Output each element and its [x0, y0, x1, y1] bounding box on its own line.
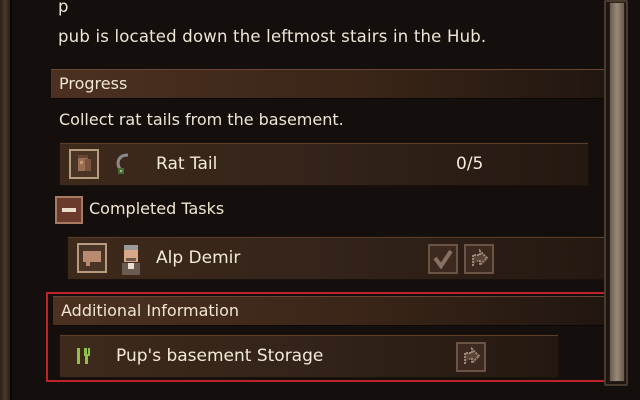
window-left-frame: [0, 0, 12, 400]
rat-tail-label: Rat Tail: [156, 154, 218, 174]
completed-tasks-collapse-toggle[interactable]: [55, 196, 83, 224]
fork-knife-icon: [76, 346, 92, 368]
additional-information-header: Additional Information: [53, 296, 617, 326]
quest-scrollbar[interactable]: [604, 0, 628, 386]
task-status-checkbox: [428, 244, 458, 274]
rat-tail-objective-row[interactable]: Rat Tail 0/5: [59, 142, 589, 186]
scrollbar-thumb[interactable]: [609, 2, 625, 382]
alp-demir-label: Alp Demir: [156, 248, 241, 268]
locate-task-button[interactable]: [464, 244, 494, 274]
objective-text: Collect rat tails from the basement.: [59, 110, 344, 129]
rat-tail-icon: [112, 151, 136, 179]
rat-tail-count: 0/5: [456, 154, 484, 174]
description-line-2: pub is located down the leftmost stairs …: [58, 27, 487, 46]
quest-description: p pub is located down the leftmost stair…: [58, 0, 578, 52]
progress-header: Progress: [51, 69, 621, 99]
completed-task-row[interactable]: Alp Demir: [67, 236, 607, 280]
completed-tasks-header: Completed Tasks: [89, 199, 225, 218]
npc-portrait-icon: [116, 243, 146, 275]
pups-basement-storage-row[interactable]: Pup's basement Storage: [59, 334, 559, 378]
description-line-1: p: [58, 0, 69, 16]
bag-icon: [69, 149, 99, 179]
locate-arrow-icon: [464, 346, 481, 366]
speech-bubble-icon: [77, 243, 107, 273]
checkmark-icon: [433, 249, 453, 270]
locate-arrow-icon: [472, 248, 489, 268]
pups-basement-storage-label: Pup's basement Storage: [116, 346, 324, 366]
locate-storage-button[interactable]: [456, 342, 486, 372]
